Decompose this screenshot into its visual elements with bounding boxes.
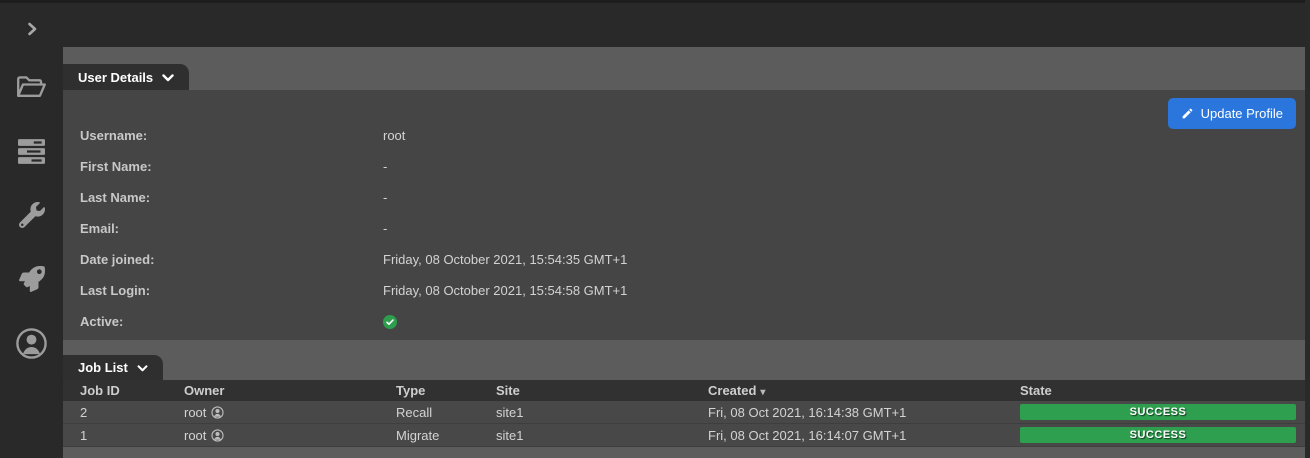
update-profile-button[interactable]: Update Profile [1168, 98, 1296, 129]
user-details-panel: Update Profile Username: root First Name… [63, 90, 1310, 340]
cell-type: Recall [396, 405, 496, 420]
chevron-right-icon [24, 21, 40, 37]
sidebar [0, 3, 63, 458]
field-row-last-login: Last Login: Friday, 08 October 2021, 15:… [80, 275, 1310, 306]
user-circle-icon [211, 406, 224, 419]
sidebar-item-expand[interactable] [0, 3, 63, 55]
sidebar-item-profile[interactable] [0, 311, 63, 375]
cell-job-id: 2 [80, 405, 184, 420]
server-stack-icon [18, 139, 45, 164]
user-circle-icon [211, 429, 224, 442]
field-value: - [383, 159, 1310, 174]
folder-open-icon [16, 74, 47, 101]
check-circle-icon [383, 315, 397, 329]
field-row-date-joined: Date joined: Friday, 08 October 2021, 15… [80, 244, 1310, 275]
cell-created: Fri, 08 Oct 2021, 16:14:07 GMT+1 [708, 428, 1020, 443]
user-circle-icon [15, 327, 48, 360]
cell-owner: root [184, 428, 396, 443]
job-list-tab-title: Job List [78, 360, 128, 375]
job-list-table-header: Job ID Owner Type Site Created▾ State [63, 380, 1310, 401]
status-badge: SUCCESS [1020, 404, 1296, 420]
window-top-border [0, 0, 1310, 3]
field-label: Last Name: [80, 190, 383, 205]
pencil-icon [1181, 107, 1194, 120]
column-header-created[interactable]: Created▾ [708, 383, 1020, 398]
column-header-owner[interactable]: Owner [184, 383, 396, 398]
field-row-username: Username: root [80, 120, 1310, 151]
field-row-last-name: Last Name: - [80, 182, 1310, 213]
cell-owner: root [184, 405, 396, 420]
status-badge: SUCCESS [1020, 427, 1296, 443]
field-value: Friday, 08 October 2021, 15:54:58 GMT+1 [383, 283, 1310, 298]
cell-type: Migrate [396, 428, 496, 443]
field-row-active: Active: [80, 306, 1310, 337]
rocket-icon [19, 266, 45, 292]
main-content: User Details Update Profile Username: ro… [63, 47, 1310, 458]
sidebar-item-pools[interactable] [0, 119, 63, 183]
field-value: Friday, 08 October 2021, 15:54:35 GMT+1 [383, 252, 1310, 267]
user-details-tab-title: User Details [78, 70, 153, 85]
table-row[interactable]: 2 root Recall site1 Fri, 08 Oct 2021, 16… [63, 401, 1310, 424]
field-row-first-name: First Name: - [80, 151, 1310, 182]
cell-site: site1 [496, 428, 708, 443]
update-profile-button-label: Update Profile [1201, 106, 1283, 121]
right-viewport-edge [1305, 0, 1310, 458]
chevron-down-icon [162, 74, 174, 82]
cell-site: site1 [496, 405, 708, 420]
job-list-tab[interactable]: Job List [63, 355, 163, 380]
field-label: First Name: [80, 159, 383, 174]
field-value: root [383, 128, 1310, 143]
active-status [383, 315, 1310, 329]
user-details-tab[interactable]: User Details [63, 64, 189, 90]
cell-job-id: 1 [80, 428, 184, 443]
column-header-type[interactable]: Type [396, 383, 496, 398]
cell-created: Fri, 08 Oct 2021, 16:14:38 GMT+1 [708, 405, 1020, 420]
chevron-down-icon [137, 365, 148, 372]
job-list-table: Job ID Owner Type Site Created▾ State 2 … [63, 380, 1310, 447]
column-header-job-id[interactable]: Job ID [80, 383, 184, 398]
sidebar-item-jobs[interactable] [0, 247, 63, 311]
sort-desc-icon: ▾ [760, 387, 765, 398]
user-details-fields: Username: root First Name: - Last Name: … [63, 90, 1310, 337]
wrench-icon [19, 202, 45, 228]
column-header-site[interactable]: Site [496, 383, 708, 398]
table-row[interactable]: 1 root Migrate site1 Fri, 08 Oct 2021, 1… [63, 424, 1310, 447]
field-label: Active: [80, 314, 383, 329]
field-value: - [383, 221, 1310, 236]
field-row-email: Email: - [80, 213, 1310, 244]
field-value: - [383, 190, 1310, 205]
field-label: Email: [80, 221, 383, 236]
field-label: Date joined: [80, 252, 383, 267]
field-label: Last Login: [80, 283, 383, 298]
sidebar-item-settings[interactable] [0, 183, 63, 247]
sidebar-item-archive[interactable] [0, 55, 63, 119]
column-header-state[interactable]: State [1020, 383, 1296, 398]
field-label: Username: [80, 128, 383, 143]
